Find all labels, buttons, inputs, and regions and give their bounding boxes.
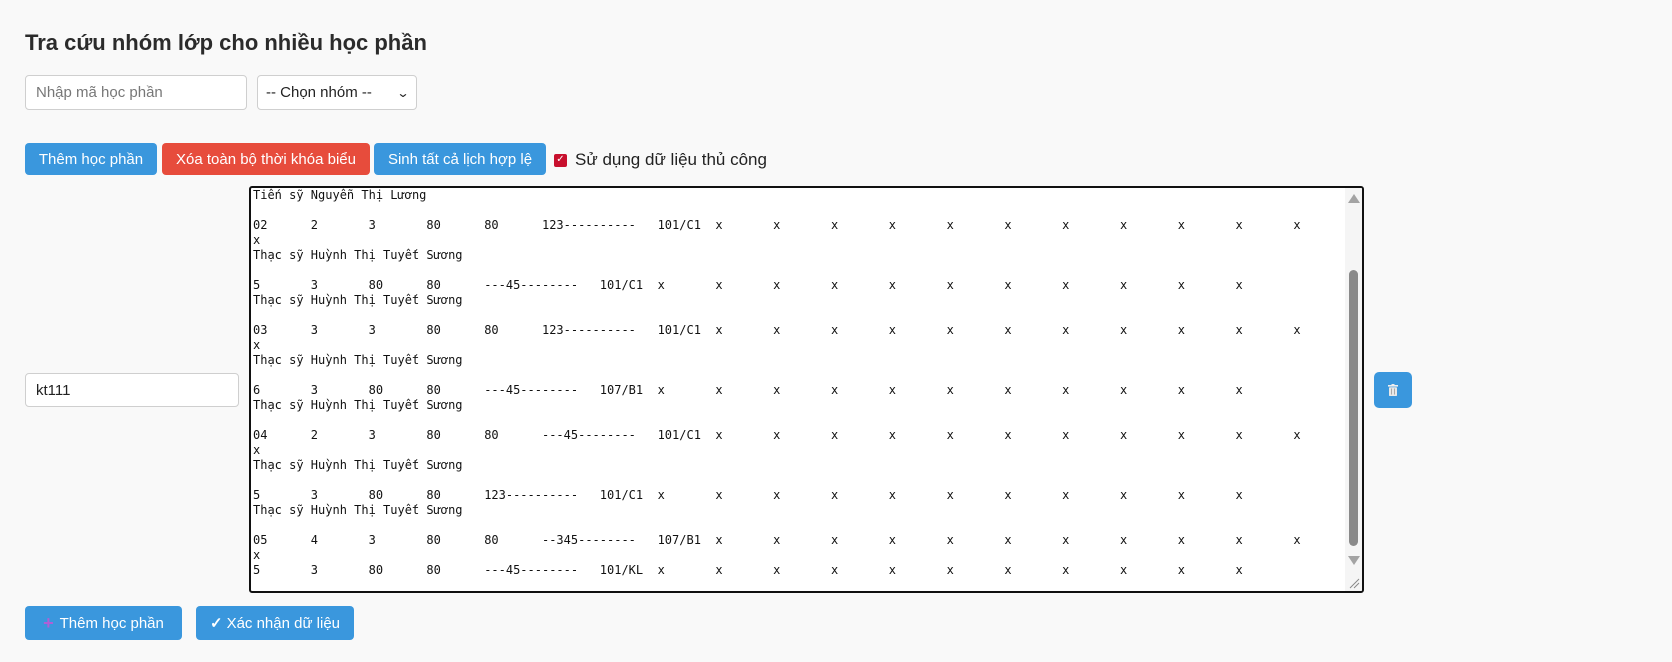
manual-data-toggle[interactable]: ✓ Sử dụng dữ liệu thủ công [554,150,767,170]
clear-all-button[interactable]: Xóa toàn bộ thời khóa biểu [162,143,370,175]
scroll-up-arrow-icon[interactable] [1348,194,1360,203]
course-code-input[interactable]: kt111 [25,373,239,407]
footer-add-course-label: Thêm học phần [59,614,164,632]
resize-handle-icon[interactable] [1346,575,1360,589]
manual-data-checkbox[interactable]: ✓ [554,153,567,167]
footer-add-course-button[interactable]: + Thêm học phần [25,606,182,640]
group-select-value: -- Chọn nhóm -- [266,84,372,101]
confirm-data-button[interactable]: ✓ Xác nhận dữ liệu [196,606,354,640]
clear-all-button-label: Xóa toàn bộ thời khóa biểu [176,150,356,168]
course-data-textarea[interactable]: Tiến sỹ Nguyễn Thị Lương 02 2 3 80 80 12… [249,186,1364,593]
add-course-button-label: Thêm học phần [38,150,144,168]
page-title: Tra cứu nhóm lớp cho nhiều học phần [25,30,427,55]
chevron-down-icon: ⌄ [396,85,410,100]
course-search-input[interactable] [25,75,247,110]
generate-all-button-label: Sinh tất cả lịch hợp lệ [387,150,533,168]
generate-all-button[interactable]: Sinh tất cả lịch hợp lệ [374,143,546,175]
group-select[interactable]: -- Chọn nhóm -- ⌄ [257,75,417,110]
plus-icon: + [43,612,54,633]
add-course-button[interactable]: Thêm học phần [25,143,157,175]
checkmark-icon: ✓ [209,615,223,632]
trash-icon [1388,384,1398,396]
course-code-value: kt111 [36,381,71,399]
scroll-down-arrow-icon[interactable] [1348,556,1360,565]
delete-course-button[interactable] [1374,372,1412,408]
course-data-text: Tiến sỹ Nguyễn Thị Lương 02 2 3 80 80 12… [253,188,1301,577]
scrollbar-thumb[interactable] [1349,270,1358,546]
vertical-scrollbar[interactable] [1345,188,1362,591]
confirm-data-label: Xác nhận dữ liệu [226,614,341,632]
manual-data-label: Sử dụng dữ liệu thủ công [575,150,767,169]
